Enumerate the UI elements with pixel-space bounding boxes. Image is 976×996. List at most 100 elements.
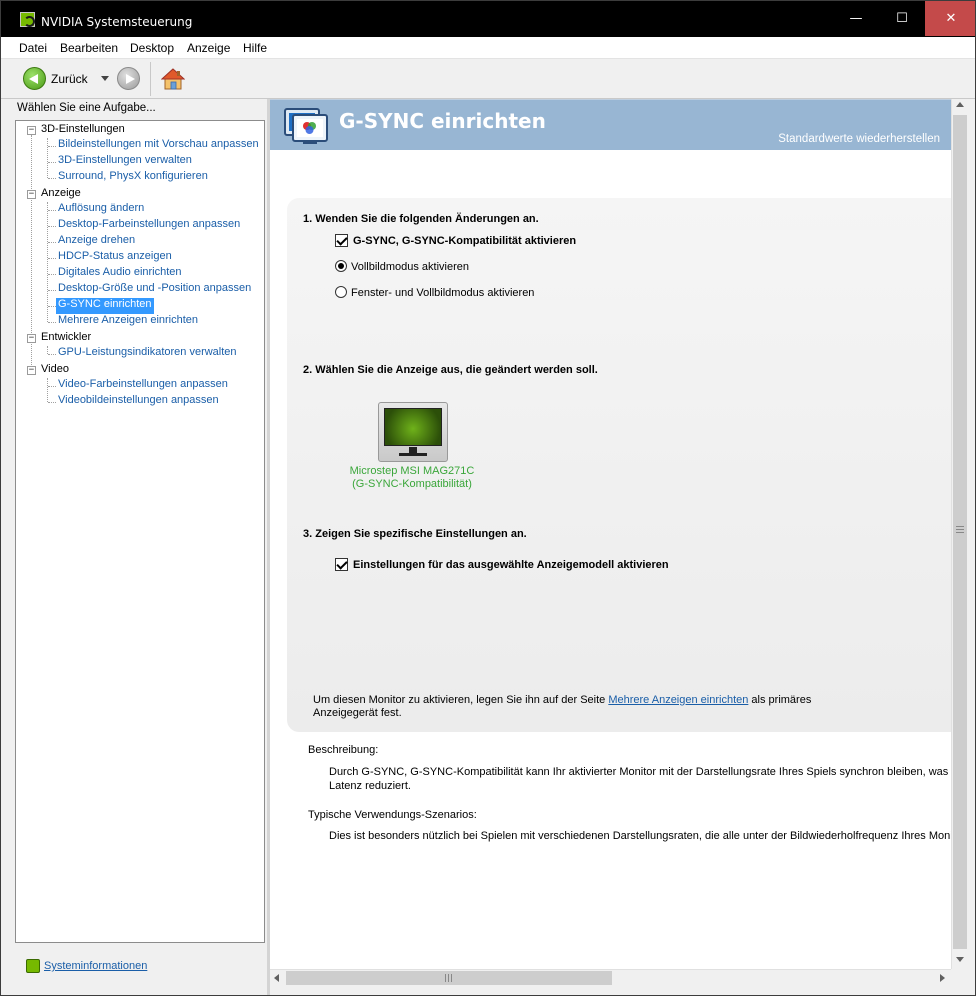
scroll-left-icon[interactable] bbox=[274, 974, 279, 982]
tree-line bbox=[47, 138, 48, 178]
tree-line bbox=[48, 354, 56, 355]
monitor-base bbox=[399, 453, 427, 456]
hint-text-line2: Anzeigegerät fest. bbox=[313, 707, 402, 719]
task-label: Wählen Sie eine Aufgabe... bbox=[17, 102, 156, 114]
tree-line bbox=[47, 378, 48, 402]
content-pane: G-SYNC einrichten Standardwerte wiederhe… bbox=[270, 99, 951, 969]
vertical-scrollbar[interactable] bbox=[951, 99, 968, 969]
tree-line bbox=[48, 306, 56, 307]
hint-text-after: als primäres bbox=[748, 694, 812, 706]
expander-entwickler[interactable]: − bbox=[27, 334, 36, 343]
section2-title: 2. Wählen Sie die Anzeige aus, die geänd… bbox=[303, 364, 598, 376]
fullscreen-radio[interactable] bbox=[335, 260, 347, 272]
monitor-name-line2: (G-SYNC-Kompatibilität) bbox=[352, 478, 472, 490]
menu-bar: Datei Bearbeiten Desktop Anzeige Hilfe bbox=[1, 37, 975, 59]
title-bar[interactable]: NVIDIA Systemsteuerung — ☐ ✕ bbox=[1, 1, 975, 37]
tree-line bbox=[48, 290, 56, 291]
fullscreen-radio-label[interactable]: Vollbildmodus aktivieren bbox=[351, 261, 469, 273]
description-line1: Durch G-SYNC, G-SYNC-Kompatibilität kann… bbox=[329, 766, 951, 778]
tree-item-audio[interactable]: Digitales Audio einrichten bbox=[58, 266, 182, 282]
expander-3d[interactable]: − bbox=[27, 126, 36, 135]
home-icon[interactable] bbox=[161, 68, 185, 90]
usage-label: Typische Verwendungs-Szenarios: bbox=[308, 809, 477, 821]
tree-line bbox=[48, 274, 56, 275]
tree-line bbox=[48, 210, 56, 211]
windowed-fullscreen-radio-label[interactable]: Fenster- und Vollbildmodus aktivieren bbox=[351, 287, 534, 299]
scroll-down-icon[interactable] bbox=[956, 957, 964, 962]
menu-datei[interactable]: Datei bbox=[19, 41, 47, 55]
section3-title: 3. Zeigen Sie spezifische Einstellungen … bbox=[303, 528, 527, 540]
monitor-name[interactable]: Microstep MSI MAG271C (G-SYNC-Kompatibil… bbox=[320, 465, 504, 491]
gsync-enable-checkbox[interactable] bbox=[335, 234, 348, 247]
monitor-tile[interactable] bbox=[378, 402, 448, 462]
tree-item-videobild[interactable]: Videobildeinstellungen anpassen bbox=[58, 394, 219, 410]
tree-line bbox=[48, 242, 56, 243]
tree-item-video-farbe[interactable]: Video-Farbeinstellungen anpassen bbox=[58, 378, 228, 394]
page-title: G-SYNC einrichten bbox=[339, 109, 546, 133]
tree-item-anzeige-drehen[interactable]: Anzeige drehen bbox=[58, 234, 135, 250]
back-arrow-icon[interactable] bbox=[23, 67, 46, 90]
tree-item-mehrere-anzeigen[interactable]: Mehrere Anzeigen einrichten bbox=[58, 314, 198, 330]
tree-item-gpu-leistung[interactable]: GPU-Leistungsindikatoren verwalten bbox=[58, 346, 237, 362]
scroll-up-icon[interactable] bbox=[956, 102, 964, 107]
tree-item-aufloesung[interactable]: Auflösung ändern bbox=[58, 202, 144, 218]
minimize-button[interactable]: — bbox=[833, 1, 879, 36]
restore-defaults-link[interactable]: Standardwerte wiederherstellen bbox=[778, 133, 940, 145]
section1-title: 1. Wenden Sie die folgenden Änderungen a… bbox=[303, 213, 539, 225]
model-settings-checkbox[interactable] bbox=[335, 558, 348, 571]
settings-panel: 1. Wenden Sie die folgenden Änderungen a… bbox=[287, 198, 951, 732]
monitor-name-line1: Microstep MSI MAG271C bbox=[349, 465, 475, 477]
multiple-displays-link[interactable]: Mehrere Anzeigen einrichten bbox=[608, 694, 748, 706]
tree-line bbox=[48, 226, 56, 227]
forward-arrow-icon[interactable] bbox=[117, 67, 140, 90]
close-button[interactable]: ✕ bbox=[925, 1, 975, 36]
toolbar: Zurück bbox=[1, 59, 975, 99]
tree-category-video[interactable]: Video bbox=[41, 363, 69, 379]
tree-category-entwickler[interactable]: Entwickler bbox=[41, 331, 91, 347]
dropdown-icon[interactable] bbox=[101, 76, 109, 81]
tree-item-hdcp[interactable]: HDCP-Status anzeigen bbox=[58, 250, 172, 266]
activation-hint: Um diesen Monitor zu aktivieren, legen S… bbox=[313, 694, 813, 720]
tree-item-desktop-groesse[interactable]: Desktop-Größe und -Position anpassen bbox=[58, 282, 251, 298]
usage-text: Dies ist besonders nützlich bei Spielen … bbox=[329, 830, 951, 842]
expander-anzeige[interactable]: − bbox=[27, 190, 36, 199]
menu-hilfe[interactable]: Hilfe bbox=[243, 41, 267, 55]
horizontal-scroll-thumb[interactable] bbox=[286, 971, 612, 985]
tree-line bbox=[48, 402, 56, 403]
tree-item-bildeinstellungen[interactable]: Bildeinstellungen mit Vorschau anpassen bbox=[58, 138, 259, 154]
window-title: NVIDIA Systemsteuerung bbox=[41, 15, 193, 29]
menu-bearbeiten[interactable]: Bearbeiten bbox=[60, 41, 118, 55]
horizontal-scrollbar[interactable] bbox=[270, 969, 951, 986]
tree-item-desktop-farbe[interactable]: Desktop-Farbeinstellungen anpassen bbox=[58, 218, 240, 234]
tree-line bbox=[48, 178, 56, 179]
tree-line bbox=[47, 202, 48, 322]
tree-category-3d[interactable]: 3D-Einstellungen bbox=[41, 123, 125, 139]
tree-item-gsync-selected[interactable]: G-SYNC einrichten bbox=[56, 298, 154, 314]
grip-icon bbox=[445, 974, 452, 982]
description-line2: Latenz reduziert. bbox=[329, 780, 411, 792]
tree-item-surround[interactable]: Surround, PhysX konfigurieren bbox=[58, 170, 208, 186]
windowed-fullscreen-radio[interactable] bbox=[335, 286, 347, 298]
tree-category-anzeige[interactable]: Anzeige bbox=[41, 187, 81, 203]
system-info-link[interactable]: Systeminformationen bbox=[44, 960, 147, 972]
system-info-icon[interactable] bbox=[26, 959, 40, 973]
page-header: G-SYNC einrichten Standardwerte wiederhe… bbox=[270, 99, 951, 150]
menu-desktop[interactable]: Desktop bbox=[130, 41, 174, 55]
grip-icon bbox=[956, 526, 964, 533]
nvidia-control-panel-window: NVIDIA Systemsteuerung — ☐ ✕ Datei Bearb… bbox=[0, 0, 976, 996]
tree-line bbox=[48, 386, 56, 387]
scroll-right-icon[interactable] bbox=[940, 974, 945, 982]
expander-video[interactable]: − bbox=[27, 366, 36, 375]
nvidia-app-icon bbox=[20, 12, 35, 27]
gsync-enable-label[interactable]: G-SYNC, G-SYNC-Kompatibilität aktivieren bbox=[353, 235, 576, 247]
tree-item-3d-verwalten[interactable]: 3D-Einstellungen verwalten bbox=[58, 154, 192, 170]
vertical-scroll-thumb[interactable] bbox=[953, 115, 967, 949]
maximize-button[interactable]: ☐ bbox=[879, 1, 925, 36]
task-tree: − 3D-Einstellungen Bildeinstellungen mit… bbox=[15, 120, 265, 943]
model-settings-label[interactable]: Einstellungen für das ausgewählte Anzeig… bbox=[353, 559, 669, 571]
nvidia-logo-icon bbox=[384, 408, 442, 446]
back-button-label[interactable]: Zurück bbox=[51, 72, 88, 86]
hint-text-before: Um diesen Monitor zu aktivieren, legen S… bbox=[313, 694, 609, 706]
menu-anzeige[interactable]: Anzeige bbox=[187, 41, 230, 55]
tree-line bbox=[48, 322, 56, 323]
